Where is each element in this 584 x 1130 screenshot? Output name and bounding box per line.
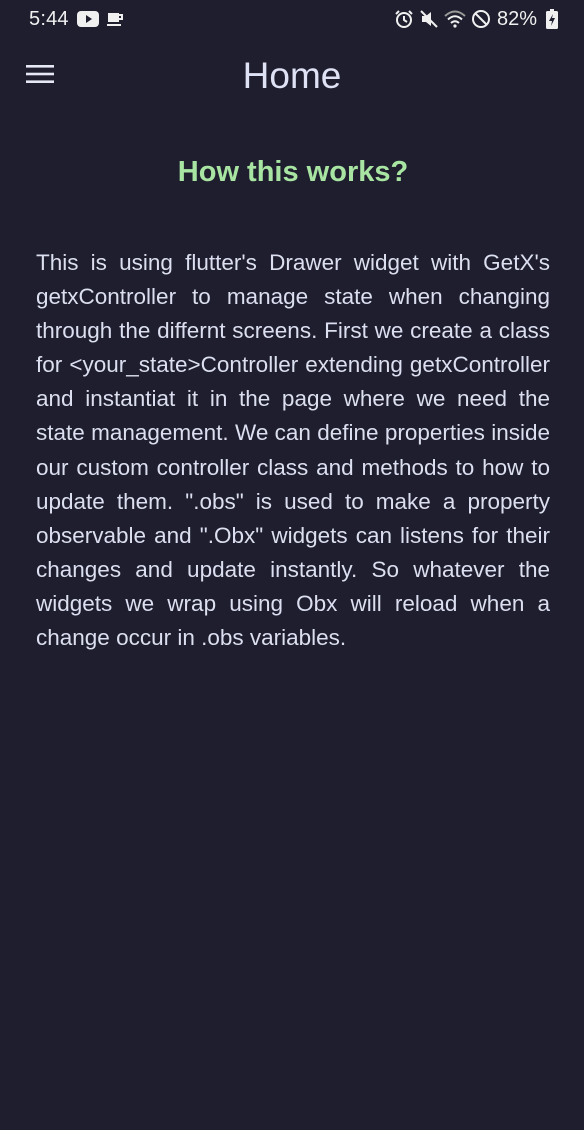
coffee-icon	[106, 13, 123, 26]
app-bar: Home	[0, 38, 584, 114]
main-content: How this works? This is using flutter's …	[36, 150, 550, 655]
mute-icon	[420, 10, 438, 28]
section-heading: How this works?	[177, 156, 409, 188]
youtube-icon	[76, 11, 99, 27]
status-bar-right: 82%	[389, 8, 558, 31]
status-time: 5:44	[29, 7, 69, 30]
battery-percentage: 82%	[496, 7, 537, 30]
status-bar: 5:44 82%	[0, 0, 584, 38]
description-text: This is using flutter's Drawer widget wi…	[36, 250, 550, 651]
status-bar-left: 5:44	[29, 8, 131, 31]
wifi-icon	[444, 10, 466, 28]
alarm-icon	[395, 10, 413, 28]
battery-charging-icon	[546, 9, 558, 29]
do-not-disturb-icon	[471, 10, 490, 28]
page-title: Home	[242, 55, 342, 96]
